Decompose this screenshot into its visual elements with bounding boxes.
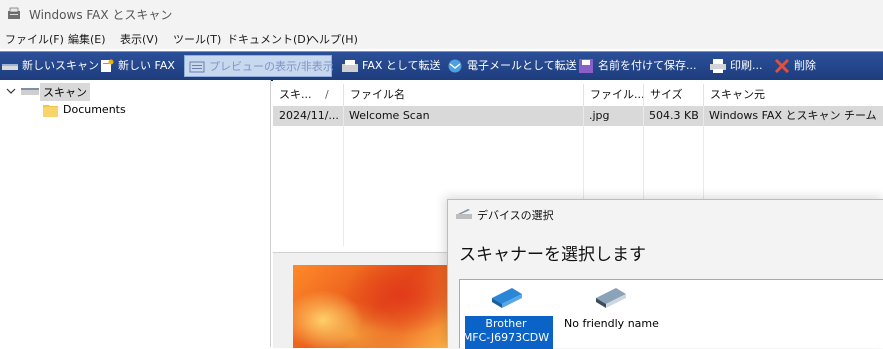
tree-item-label: Documents [63,103,126,116]
email-icon [448,59,462,73]
column-header-file-type[interactable]: ファイル... [583,84,643,106]
forward-as-fax-button[interactable]: FAX として転送 [342,55,442,77]
print-button[interactable]: 印刷... [710,55,768,77]
chevron-down-icon[interactable] [6,87,16,95]
device-list: Brother MFC-J6973CDW No friendly name [459,279,883,349]
column-header-size[interactable]: サイズ [643,84,703,106]
title-bar: Windows FAX とスキャン [0,0,883,28]
dialog-heading: スキャナーを選択します [459,245,646,265]
cell-file-name: Welcome Scan [349,109,430,122]
printer-icon [710,59,726,73]
menu-tools[interactable]: ツール(T) [173,31,221,47]
menu-view[interactable]: 表示(V) [120,31,158,47]
fax-machine-icon [342,60,358,72]
cell-source: Windows FAX とスキャン チーム [709,109,877,122]
sort-indicator-icon: / [325,88,329,101]
column-header-scan-date[interactable]: スキ... / [273,84,343,106]
delete-x-icon [774,59,790,73]
delete-button[interactable]: 削除 [774,55,824,77]
forward-as-email-button[interactable]: 電子メールとして転送 [447,55,577,77]
toggle-preview-button[interactable]: プレビューの表示/非表示 [184,55,334,77]
device-item-brother[interactable]: Brother MFC-J6973CDW [460,280,553,349]
folder-tree: スキャン Documents [0,80,271,347]
new-fax-icon [101,59,114,72]
cell-file-type: .jpg [589,109,610,122]
save-as-button[interactable]: 名前を付けて保存... [578,55,700,77]
column-header-source[interactable]: スキャン元 [703,84,883,106]
list-header: スキ... / ファイル名 ファイル... サイズ スキャン元 [273,84,883,107]
table-row[interactable]: 2024/11/... Welcome Scan .jpg 504.3 KB W… [273,106,883,126]
new-fax-button[interactable]: 新しい FAX [98,55,178,77]
menu-bar: ファイル(F) 編集(E) 表示(V) ツール(T) ドキュメント(D) ヘルプ… [0,28,883,49]
device-item-no-friendly-name[interactable]: No friendly name [560,280,670,349]
menu-help[interactable]: ヘルプ(H) [308,31,358,47]
preview-icon [189,61,205,73]
new-scan-button[interactable]: 新しいスキャン [2,55,99,77]
fax-app-icon [8,7,20,19]
select-device-dialog: デバイスの選択 スキャナーを選択します Brother MFC-J6973CDW… [447,199,883,349]
scanner-icon [21,88,39,95]
scanner-icon [2,64,18,70]
column-divider [343,106,344,246]
save-disk-icon [579,59,593,73]
tree-item-documents[interactable]: Documents [0,101,270,119]
cell-date: 2024/11/... [279,109,339,122]
toolbar: 新しいスキャン 新しい FAX プレビューの表示/非表示 FAX として転送 電… [0,51,883,81]
device-label: No friendly name [564,317,659,330]
device-label: Brother MFC-J6973CDW [462,317,550,344]
menu-document[interactable]: ドキュメント(D) [227,31,310,47]
scanner-icon [456,209,472,219]
column-header-file-name[interactable]: ファイル名 [343,84,583,106]
preview-pane [273,252,448,348]
scanner-device-icon [492,288,522,308]
scanner-device-icon [596,288,626,308]
dialog-title: デバイスの選択 [477,209,554,222]
window-title: Windows FAX とスキャン [29,8,173,22]
folder-icon [43,105,58,117]
scan-preview-image [293,265,448,348]
menu-file[interactable]: ファイル(F) [5,31,64,47]
tree-item-scan[interactable]: スキャン [0,82,270,101]
menu-edit[interactable]: 編集(E) [68,31,106,47]
cell-size: 504.3 KB [649,109,699,122]
tree-item-label: スキャン [40,83,90,101]
